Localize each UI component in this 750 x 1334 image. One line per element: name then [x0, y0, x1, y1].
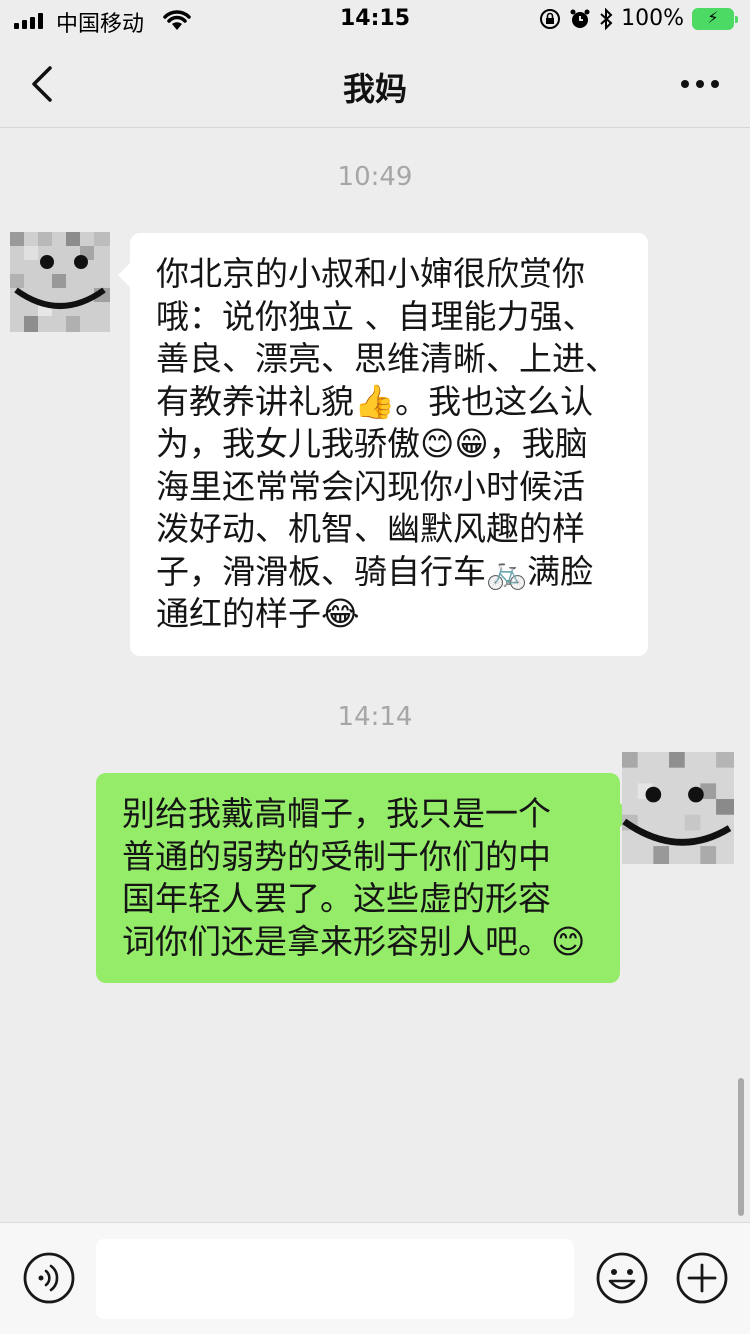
message-line: 海里还常常会闪现你小时候活 — [156, 466, 585, 506]
message-line: 泼好动、机智、幽默风趣的样 — [156, 509, 585, 548]
message-input[interactable] — [96, 1239, 574, 1319]
input-bar — [0, 1222, 750, 1334]
message-line: 通红的样子😂 — [156, 594, 360, 633]
incoming-message-bubble[interactable]: 你北京的小叔和小婶很欣赏你 哦：说你独立 、自理能力强、 善良、漂亮、思维清晰、… — [118, 233, 648, 656]
message-line: 你北京的小叔和小婶很欣赏你 — [156, 254, 585, 293]
contact-avatar[interactable] — [10, 232, 110, 332]
message-line: 普通的弱势的受制于你们的中 — [122, 836, 551, 876]
message-line: 为，我女儿我骄傲😊😁，我脑 — [156, 424, 588, 463]
message-line: 词你们还是拿来形容别人吧。😊 — [122, 921, 586, 961]
message-timestamp: 14:14 — [337, 702, 413, 732]
chat-title: 我妈 — [342, 70, 407, 108]
message-line: 别给我戴高帽子，我只是一个 — [122, 794, 551, 833]
rotation-lock-icon — [540, 8, 561, 29]
bluetooth-icon — [600, 7, 613, 30]
battery-icon: ⚡ — [692, 7, 738, 30]
status-bar: 中国移动 14:15 100% ⚡ — [0, 0, 750, 40]
message-timestamp: 10:49 — [337, 162, 413, 192]
message-line: 有教养讲礼貌👍。我也这么认 — [156, 381, 594, 421]
scrollbar[interactable] — [738, 1078, 744, 1216]
voice-icon[interactable] — [22, 1251, 76, 1305]
more-dots-icon[interactable] — [678, 70, 722, 98]
my-avatar[interactable] — [622, 752, 734, 864]
battery-percent: 100% — [621, 6, 684, 31]
message-line: 哦：说你独立 、自理能力强、 — [156, 296, 596, 336]
nav-bar: 我妈 — [0, 40, 750, 128]
alarm-icon — [570, 9, 590, 28]
message-line: 善良、漂亮、思维清晰、上进、 — [156, 339, 618, 378]
message-line: 子，滑滑板、骑自行车🚲满脸 — [156, 551, 594, 591]
outgoing-message-bubble[interactable]: 别给我戴高帽子，我只是一个 普通的弱势的受制于你们的中 国年轻人罢了。这些虚的形… — [96, 773, 632, 983]
message-line: 国年轻人罢了。这些虚的形容 — [122, 879, 551, 918]
plus-icon[interactable] — [675, 1251, 729, 1305]
emoji-icon[interactable] — [595, 1251, 649, 1305]
